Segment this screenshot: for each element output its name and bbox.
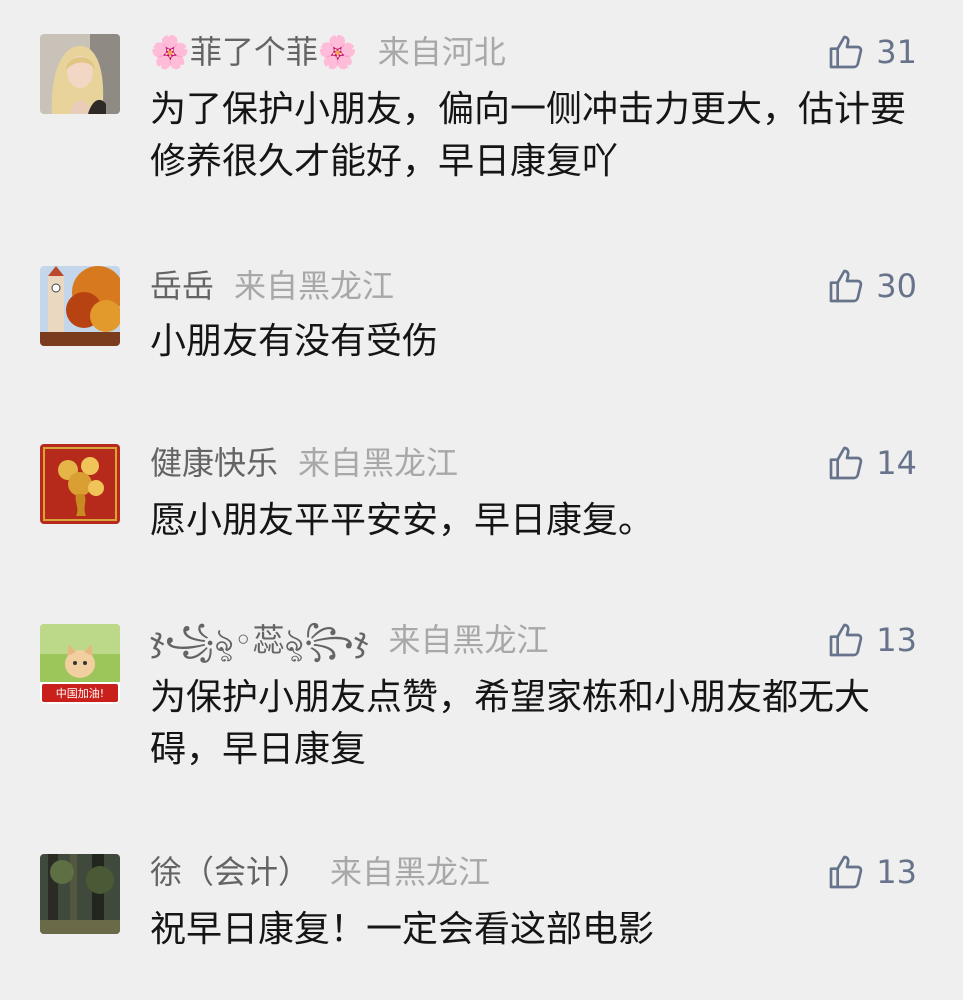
username[interactable]: 岳岳 bbox=[150, 267, 214, 305]
username-text: 菲了个菲 bbox=[189, 33, 318, 71]
avatar[interactable]: 中国加油! bbox=[40, 624, 120, 704]
location-label: 来自黑龙江 bbox=[234, 267, 395, 305]
like-count: 13 bbox=[876, 853, 917, 891]
username[interactable]: 健康快乐 bbox=[150, 444, 278, 482]
avatar[interactable] bbox=[40, 854, 120, 934]
username[interactable]: ჯ꧁ৡ◦蕊ৡ꧂ჯ bbox=[150, 621, 368, 659]
avatar-clocktower-autumn-image bbox=[40, 266, 120, 346]
thumbs-up-icon bbox=[829, 855, 863, 889]
username[interactable]: 徐（会计） bbox=[150, 853, 310, 891]
location-label: 来自黑龙江 bbox=[330, 853, 491, 891]
like-count: 13 bbox=[876, 621, 917, 659]
avatar-label-text: 中国加油! bbox=[56, 686, 104, 700]
avatar[interactable] bbox=[40, 444, 120, 524]
comment-text: 为了保护小朋友，偏向一侧冲击力更大，估计要修养很久才能好，早日康复吖 bbox=[150, 89, 907, 182]
thumbs-up-icon bbox=[829, 446, 863, 480]
like-count: 31 bbox=[876, 33, 917, 71]
thumbs-up-icon bbox=[829, 269, 863, 303]
location-label: 来自河北 bbox=[377, 33, 506, 71]
username[interactable]: 🌸菲了个菲🌸 bbox=[150, 33, 358, 71]
comment-meta: 🌸菲了个菲🌸 来自河北 bbox=[150, 30, 506, 74]
comment-meta: 健康快乐 来自黑龙江 bbox=[150, 441, 458, 485]
avatar-kitten-image: 中国加油! bbox=[40, 624, 120, 704]
comment-text: 为保护小朋友点赞，希望家栋和小朋友都无大碍，早日康复 bbox=[150, 677, 871, 770]
avatar[interactable] bbox=[40, 266, 120, 346]
comment-meta: 徐（会计） 来自黑龙江 bbox=[150, 850, 490, 894]
comment-meta: ჯ꧁ৡ◦蕊ৡ꧂ჯ 来自黑龙江 bbox=[150, 618, 548, 662]
location-label: 来自黑龙江 bbox=[298, 444, 459, 482]
like-button[interactable]: 31 bbox=[826, 30, 917, 74]
like-button[interactable]: 30 bbox=[826, 264, 917, 308]
like-button[interactable]: 13 bbox=[826, 850, 917, 894]
avatar-forest-image bbox=[40, 854, 120, 934]
like-count: 14 bbox=[876, 444, 917, 482]
comment-text: 祝早日康复！一定会看这部电影 bbox=[150, 909, 655, 950]
like-count: 30 bbox=[876, 267, 917, 305]
comment-meta: 岳岳 来自黑龙江 bbox=[150, 264, 394, 308]
comment-text: 小朋友有没有受伤 bbox=[150, 321, 439, 362]
flower-emoji-icon: 🌸 bbox=[150, 33, 190, 71]
thumbs-up-icon bbox=[829, 623, 863, 657]
thumbs-up-icon bbox=[829, 35, 863, 69]
flower-emoji-icon: 🌸 bbox=[317, 33, 358, 71]
like-button[interactable]: 13 bbox=[826, 618, 917, 662]
location-label: 来自黑龙江 bbox=[388, 621, 549, 659]
like-button[interactable]: 14 bbox=[826, 441, 917, 485]
avatar[interactable] bbox=[40, 34, 120, 114]
avatar-blonde-woman-image bbox=[40, 34, 120, 114]
comment-text: 愿小朋友平平安安，早日康复。 bbox=[150, 500, 655, 541]
avatar-gold-tree-image bbox=[40, 444, 120, 524]
